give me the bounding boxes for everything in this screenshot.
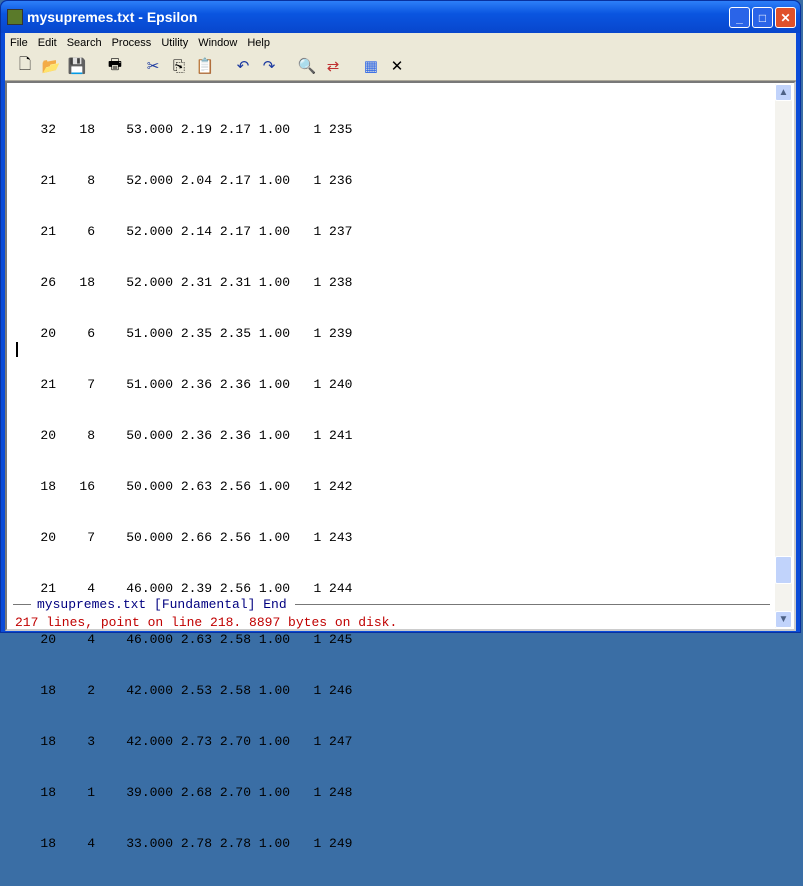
scroll-thumb[interactable] bbox=[775, 556, 792, 585]
text-line: 20 7 50.000 2.66 2.56 1.00 1 243 bbox=[17, 530, 353, 545]
text-line: 18 16 50.000 2.63 2.56 1.00 1 242 bbox=[17, 479, 353, 494]
open-folder-icon[interactable]: 📂 bbox=[41, 57, 61, 75]
text-line: 18 2 42.000 2.53 2.58 1.00 1 246 bbox=[17, 683, 353, 698]
find-icon[interactable]: 🔍 bbox=[297, 57, 317, 75]
text-line: 21 8 52.000 2.04 2.17 1.00 1 236 bbox=[17, 173, 353, 188]
menu-edit[interactable]: Edit bbox=[33, 37, 62, 49]
menu-process[interactable]: Process bbox=[107, 37, 157, 49]
text-line: 26 18 52.000 2.31 2.31 1.00 1 238 bbox=[17, 275, 353, 290]
redo-icon[interactable]: ↷ bbox=[259, 57, 279, 75]
menu-window[interactable]: Window bbox=[193, 37, 242, 49]
text-line: 32 18 53.000 2.19 2.17 1.00 1 235 bbox=[17, 122, 353, 137]
copy-icon[interactable]: ⎘ bbox=[169, 58, 189, 75]
mode-line: mysupremes.txt [Fundamental] End bbox=[13, 597, 770, 612]
title-bar[interactable]: mysupremes.txt - Epsilon _ □ ✕ bbox=[1, 1, 800, 33]
undo-icon[interactable]: ↶ bbox=[233, 57, 253, 75]
maximize-button[interactable]: □ bbox=[752, 7, 773, 28]
text-line: 20 4 46.000 2.63 2.58 1.00 1 245 bbox=[17, 632, 353, 647]
menu-utility[interactable]: Utility bbox=[156, 37, 193, 49]
replace-icon[interactable]: ⇄ bbox=[323, 57, 343, 75]
menu-help[interactable]: Help bbox=[242, 37, 275, 49]
text-editor[interactable]: 32 18 53.000 2.19 2.17 1.00 1 235 21 8 5… bbox=[5, 81, 796, 851]
text-cursor bbox=[16, 342, 18, 357]
text-line: 18 4 33.000 2.78 2.78 1.00 1 249 bbox=[17, 836, 353, 851]
window-icon[interactable]: ▦ bbox=[361, 57, 381, 75]
text-line: 21 6 52.000 2.14 2.17 1.00 1 237 bbox=[17, 224, 353, 239]
cut-icon[interactable]: ✂ bbox=[143, 57, 163, 75]
paste-icon[interactable]: 📋 bbox=[195, 57, 215, 75]
scroll-down-button[interactable]: ▼ bbox=[775, 611, 792, 628]
scroll-up-button[interactable]: ▲ bbox=[775, 84, 792, 101]
text-line: 21 4 46.000 2.39 2.56 1.00 1 244 bbox=[17, 581, 353, 596]
menu-bar: File Edit Search Process Utility Window … bbox=[5, 33, 796, 52]
vertical-scrollbar[interactable]: ▲ ▼ bbox=[775, 84, 792, 628]
close-button[interactable]: ✕ bbox=[775, 7, 796, 28]
epsilon-window: mysupremes.txt - Epsilon _ □ ✕ File Edit… bbox=[0, 0, 801, 851]
text-content: 32 18 53.000 2.19 2.17 1.00 1 235 21 8 5… bbox=[17, 87, 352, 886]
save-icon[interactable]: 💾 bbox=[67, 57, 87, 75]
minimize-button[interactable]: _ bbox=[729, 7, 750, 28]
epsilon-app-icon bbox=[7, 9, 23, 25]
text-line: 21 7 51.000 2.36 2.36 1.00 1 240 bbox=[17, 377, 353, 392]
new-file-icon[interactable]: 🗋 bbox=[15, 54, 35, 79]
text-line: 18 1 39.000 2.68 2.70 1.00 1 248 bbox=[17, 785, 353, 800]
menu-file[interactable]: File bbox=[5, 37, 33, 49]
menu-search[interactable]: Search bbox=[62, 37, 107, 49]
close-buffer-icon[interactable]: ✕ bbox=[387, 57, 407, 75]
toolbar: 🗋 📂 💾 🖶 ✂ ⎘ 📋 ↶ ↷ 🔍 ⇄ ▦ ✕ bbox=[5, 52, 796, 81]
print-icon[interactable]: 🖶 bbox=[105, 54, 125, 79]
window-title: mysupremes.txt - Epsilon bbox=[27, 9, 198, 25]
text-line: 20 6 51.000 2.35 2.35 1.00 1 239 bbox=[17, 326, 353, 341]
mode-line-text: mysupremes.txt [Fundamental] End bbox=[37, 597, 287, 612]
status-line: 217 lines, point on line 218. 8897 bytes… bbox=[15, 615, 398, 630]
text-line: 20 8 50.000 2.36 2.36 1.00 1 241 bbox=[17, 428, 353, 443]
text-line: 18 3 42.000 2.73 2.70 1.00 1 247 bbox=[17, 734, 353, 749]
